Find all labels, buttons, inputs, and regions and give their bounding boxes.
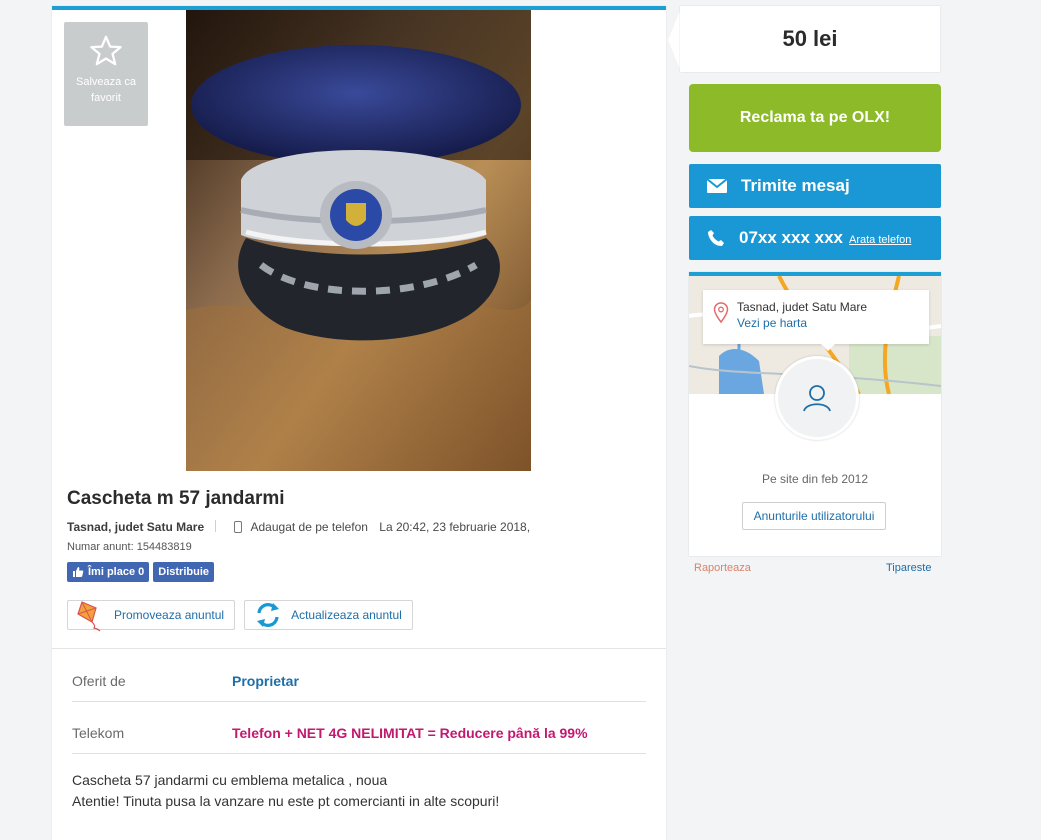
post-ad-button[interactable]: Reclama ta pe OLX! — [689, 84, 941, 152]
post-ad-label: Reclama ta pe OLX! — [739, 109, 891, 126]
star-icon — [90, 35, 122, 66]
description-line: Cascheta 57 jandarmi cu emblema metalica… — [72, 772, 388, 788]
ad-actions: Promoveaza anuntul Actualizeaza anuntul — [67, 600, 413, 632]
price-label: 50 lei — [782, 26, 838, 51]
kite-icon — [77, 601, 101, 632]
property-row-telekom: Telekom Telefon + NET 4G NELIMITAT = Red… — [72, 701, 646, 754]
envelope-icon — [707, 179, 727, 193]
phone-number: 07xx xxx xxx — [739, 228, 843, 247]
thumbs-up-icon — [73, 567, 84, 577]
ad-location: Tasnad, judet Satu Mare — [67, 520, 205, 534]
refresh-icon — [257, 603, 280, 627]
ad-number: Numar anunt: 154483819 — [67, 541, 192, 553]
price-box: 50 lei — [680, 6, 940, 72]
show-phone-button[interactable]: 07xx xxx xxx Arata telefon — [689, 216, 941, 260]
promote-ad-button[interactable]: Promoveaza anuntul — [67, 600, 236, 632]
facebook-like-button[interactable]: Îmi place 0 — [67, 562, 150, 582]
print-link[interactable]: Tipareste — [886, 562, 931, 574]
property-key: Telekom — [72, 725, 125, 741]
ad-description: Cascheta 57 jandarmi cu emblema metalica… — [72, 770, 499, 812]
popup-tip — [821, 344, 835, 351]
facebook-share-button[interactable]: Distribuie — [153, 562, 214, 582]
user-ads-button[interactable]: Anunturile utilizatorului — [742, 502, 886, 530]
added-at: La 20:42, 23 februarie 2018, — [379, 520, 531, 534]
phone-device-icon — [233, 521, 242, 533]
view-on-map-link[interactable]: Vezi pe harta — [737, 316, 807, 330]
ad-card: Salveaza ca favorit Cascheta m 57 jandar… — [52, 6, 666, 840]
telekom-promo-link[interactable]: Telefon + NET 4G NELIMITAT = Reducere pâ… — [232, 725, 588, 741]
save-favorite-label: Salveaza ca favorit — [76, 76, 136, 104]
property-row-offered-by: Oferit de Proprietar — [72, 649, 646, 702]
promote-label: Promoveaza anuntul — [114, 608, 225, 622]
map-location-popup: Tasnad, judet Satu Mare Vezi pe harta — [703, 290, 929, 351]
refresh-ad-button[interactable]: Actualizeaza anuntul — [244, 600, 413, 630]
ad-title: Cascheta m 57 jandarmi — [67, 488, 285, 509]
ad-photo[interactable] — [186, 10, 531, 471]
property-key: Oferit de — [72, 673, 126, 689]
property-value-link[interactable]: Proprietar — [232, 673, 299, 689]
meta-divider — [215, 520, 217, 532]
send-message-label: Trimite mesaj — [741, 176, 850, 195]
cap-photo-image — [186, 10, 531, 471]
social-buttons: Îmi place 0 Distribuie — [67, 562, 214, 582]
save-favorite-button[interactable]: Salveaza ca favorit — [64, 22, 148, 126]
show-phone-link[interactable]: Arata telefon — [849, 234, 911, 246]
description-line: Atentie! Tinuta pusa la vanzare nu este … — [72, 793, 500, 809]
user-card: Tasnad, judet Satu Mare Vezi pe harta Pe… — [689, 272, 941, 556]
share-label: Distribuie — [158, 566, 209, 578]
user-icon — [803, 385, 831, 412]
phone-icon — [708, 230, 724, 246]
report-link[interactable]: Raporteaza — [694, 562, 751, 574]
ad-meta: Tasnad, judet Satu Mare Adaugat de pe te… — [67, 520, 530, 534]
map-location-text: Tasnad, judet Satu Mare — [737, 300, 868, 314]
avatar — [775, 356, 859, 440]
member-since: Pe site din feb 2012 — [761, 472, 869, 486]
like-label: Îmi place 0 — [88, 566, 145, 578]
map-pin-icon — [713, 302, 729, 324]
added-via: Adaugat de pe telefon — [250, 520, 368, 534]
refresh-label: Actualizeaza anuntul — [291, 608, 402, 622]
send-message-button[interactable]: Trimite mesaj — [689, 164, 941, 208]
